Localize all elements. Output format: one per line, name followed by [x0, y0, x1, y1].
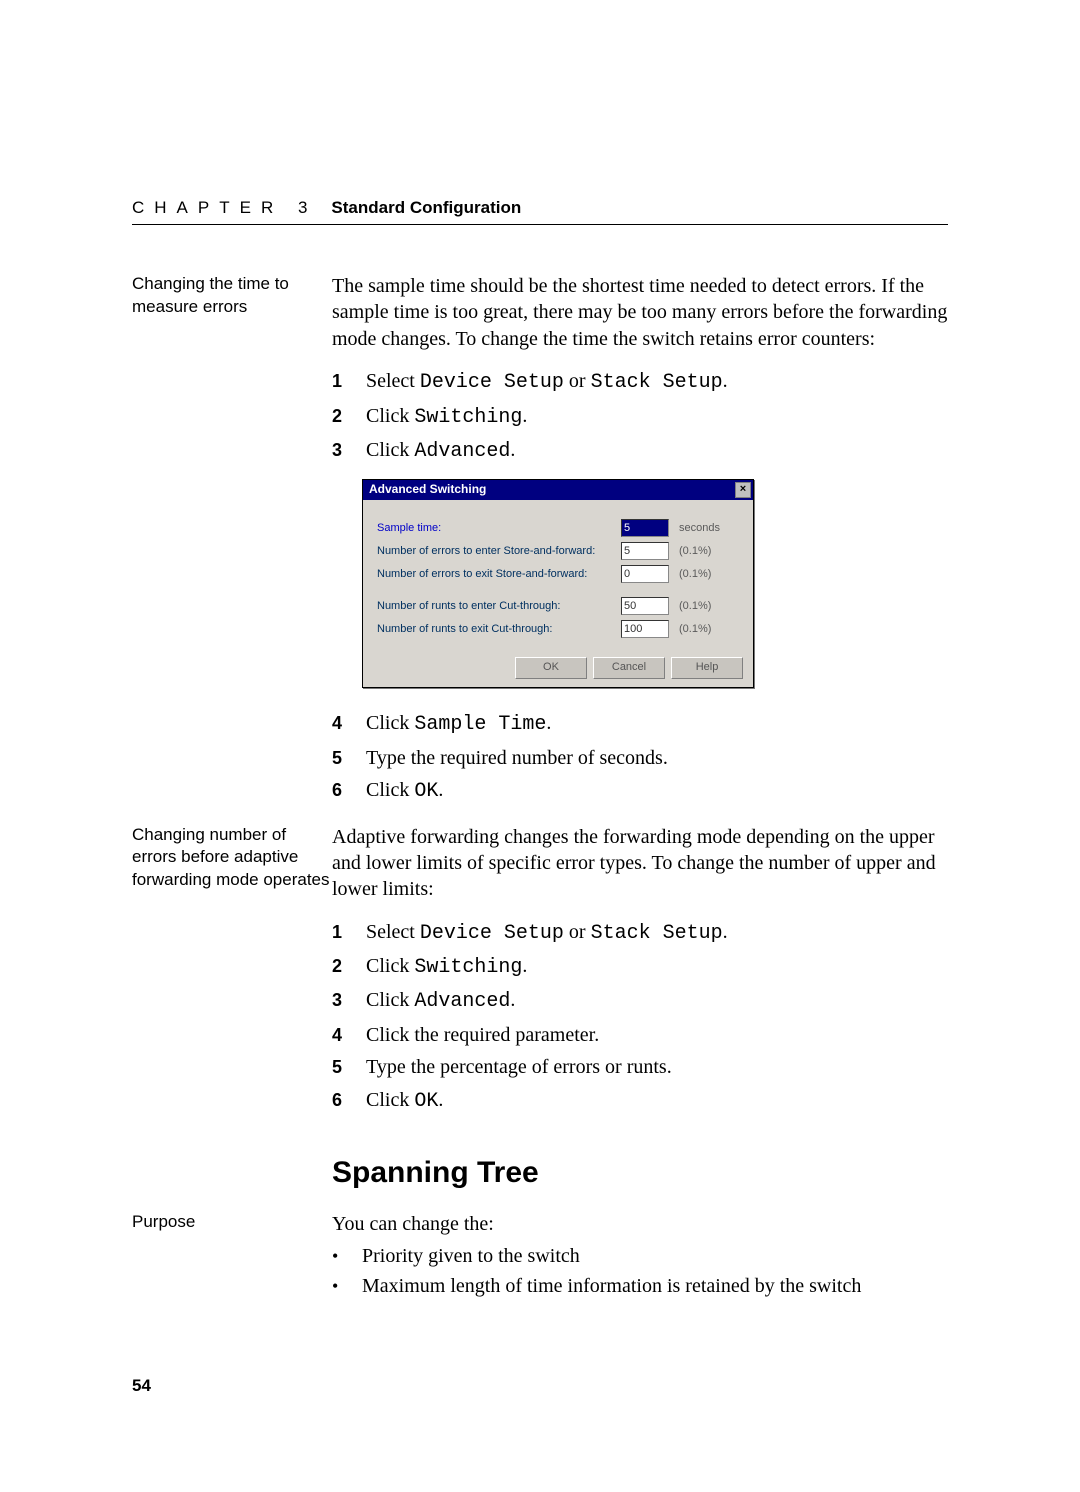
step-number: 5	[332, 747, 366, 771]
dialog-field-input[interactable]: 50	[621, 597, 669, 615]
dialog-field-unit: (0.1%)	[669, 567, 739, 582]
step-text: Click Switching.	[366, 953, 527, 981]
step-text: Click OK.	[366, 777, 443, 805]
dialog-field-unit: (0.1%)	[669, 544, 739, 559]
step-text: Click Switching.	[366, 403, 527, 431]
bullet-text: Priority given to the switch	[362, 1243, 580, 1269]
dialog-field-unit: (0.1%)	[669, 599, 739, 614]
sidenote-purpose: Purpose	[132, 1211, 332, 1234]
step-number: 1	[332, 921, 366, 945]
dialog-field-label: Sample time:	[377, 521, 621, 536]
close-icon[interactable]: ×	[735, 482, 751, 498]
bullet-icon: •	[332, 1275, 362, 1299]
dialog-field-input[interactable]: 100	[621, 620, 669, 638]
help-button[interactable]: Help	[671, 657, 743, 679]
dialog-field-label: Number of errors to enter Store-and-forw…	[377, 544, 621, 559]
step-number: 2	[332, 405, 366, 429]
sidenote-measure-errors: Changing the time to measure errors	[132, 273, 332, 319]
dialog-field-label: Number of errors to exit Store-and-forwa…	[377, 567, 621, 582]
step-number: 6	[332, 1089, 366, 1113]
intro-paragraph-2: Adaptive forwarding changes the forwardi…	[332, 824, 948, 903]
step-text: Click the required parameter.	[366, 1022, 599, 1048]
steps-list-2: 1Select Device Setup or Stack Setup.2Cli…	[332, 919, 948, 1115]
cancel-button[interactable]: Cancel	[593, 657, 665, 679]
spanning-bullets: •Priority given to the switch•Maximum le…	[332, 1243, 948, 1300]
intro-paragraph: The sample time should be the shortest t…	[332, 273, 948, 352]
dialog-row: Number of errors to exit Store-and-forwa…	[377, 565, 739, 583]
step-number: 3	[332, 439, 366, 463]
page-header: CHAPTER 3 Standard Configuration	[132, 198, 948, 225]
spanning-tree-heading: Spanning Tree	[332, 1153, 948, 1193]
step-number: 4	[332, 1024, 366, 1048]
sidenote-number-errors: Changing number of errors before adaptiv…	[132, 824, 332, 893]
step-text: Select Device Setup or Stack Setup.	[366, 368, 728, 396]
chapter-label: CHAPTER 3	[132, 198, 317, 217]
chapter-title: Standard Configuration	[331, 198, 521, 217]
spanning-intro: You can change the:	[332, 1211, 948, 1237]
step-text: Click Advanced.	[366, 437, 515, 465]
step-text: Click Sample Time.	[366, 710, 551, 738]
step-number: 1	[332, 370, 366, 394]
dialog-titlebar: Advanced Switching ×	[363, 480, 753, 500]
page-number: 54	[132, 1376, 151, 1396]
dialog-field-unit: (0.1%)	[669, 622, 739, 637]
dialog-row: Number of runts to exit Cut-through:100(…	[377, 620, 739, 638]
dialog-row: Number of errors to enter Store-and-forw…	[377, 542, 739, 560]
step-text: Type the required number of seconds.	[366, 745, 668, 771]
step-number: 2	[332, 955, 366, 979]
step-number: 4	[332, 712, 366, 736]
dialog-field-unit: seconds	[669, 521, 739, 536]
dialog-field-input[interactable]: 0	[621, 565, 669, 583]
dialog-row: Sample time:5seconds	[377, 519, 739, 537]
dialog-row: Number of runts to enter Cut-through:50(…	[377, 597, 739, 615]
advanced-switching-dialog: Advanced Switching × Sample time:5second…	[362, 479, 754, 688]
dialog-field-input[interactable]: 5	[621, 519, 669, 537]
step-text: Click Advanced.	[366, 987, 515, 1015]
step-text: Select Device Setup or Stack Setup.	[366, 919, 728, 947]
dialog-field-input[interactable]: 5	[621, 542, 669, 560]
dialog-field-label: Number of runts to exit Cut-through:	[377, 622, 621, 637]
ok-button[interactable]: OK	[515, 657, 587, 679]
bullet-icon: •	[332, 1245, 362, 1269]
steps-list-1b: 4Click Sample Time.5Type the required nu…	[332, 710, 948, 805]
step-number: 3	[332, 989, 366, 1013]
step-number: 6	[332, 779, 366, 803]
steps-list-1: 1Select Device Setup or Stack Setup.2Cli…	[332, 368, 948, 465]
step-number: 5	[332, 1056, 366, 1080]
step-text: Click OK.	[366, 1087, 443, 1115]
bullet-text: Maximum length of time information is re…	[362, 1273, 861, 1299]
dialog-field-label: Number of runts to enter Cut-through:	[377, 599, 621, 614]
dialog-title: Advanced Switching	[369, 482, 486, 498]
step-text: Type the percentage of errors or runts.	[366, 1054, 672, 1080]
